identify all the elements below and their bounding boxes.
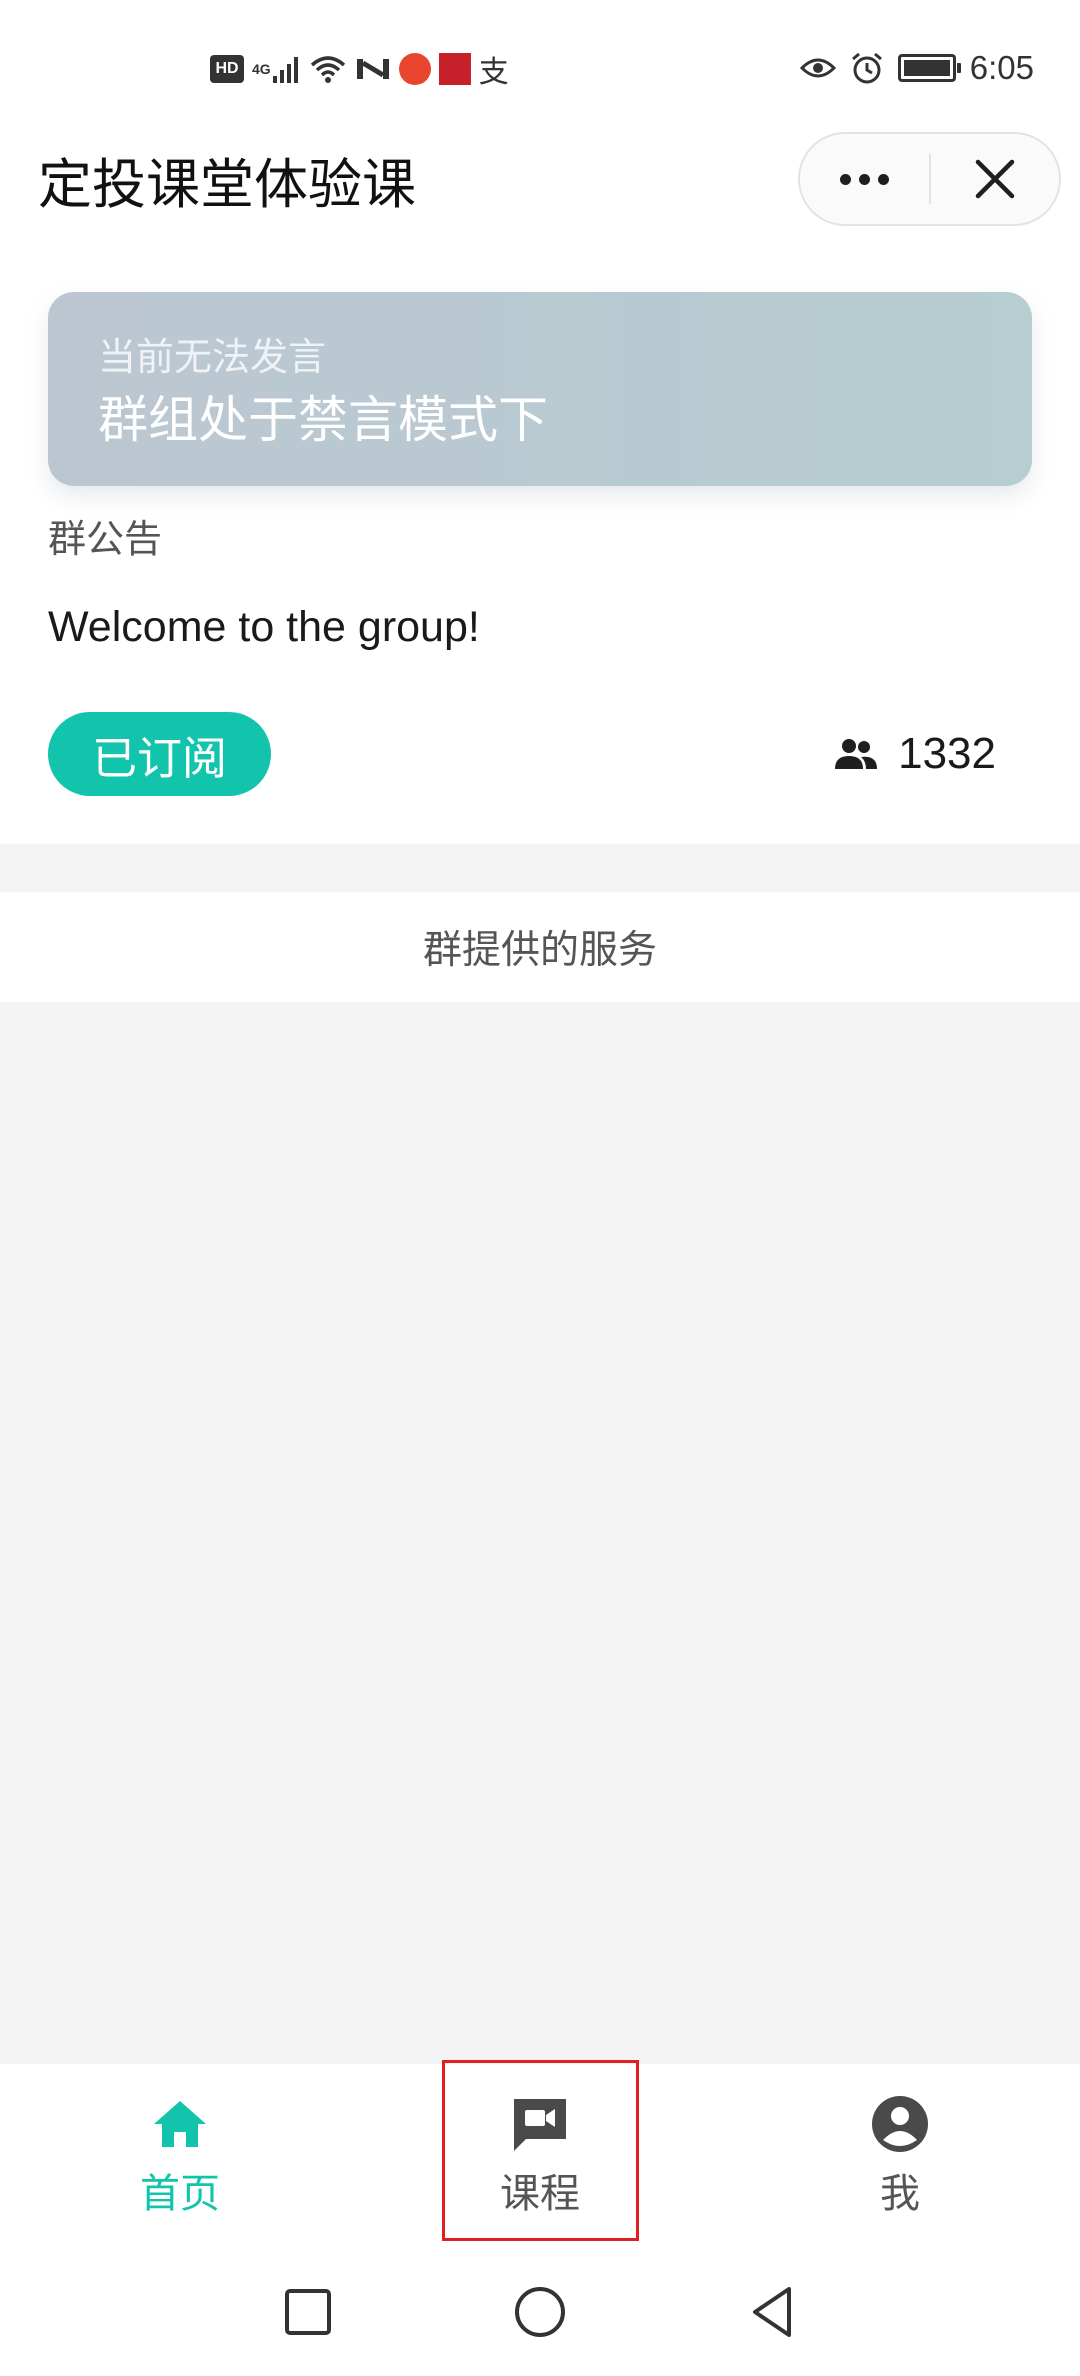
- group-notice-label: 群公告: [48, 517, 163, 561]
- member-count-value: 1332: [898, 729, 996, 778]
- hd-icon: HD: [210, 55, 244, 83]
- battery-icon: [897, 54, 961, 82]
- system-home-button[interactable]: [506, 2278, 574, 2346]
- status-right-icons: 6:05: [799, 46, 1034, 90]
- subscribed-button[interactable]: 已订阅: [48, 712, 271, 796]
- alarm-icon: [850, 51, 884, 85]
- status-left-icons: HD 4G 支: [210, 50, 509, 90]
- 4g-signal-icon: 4G: [252, 52, 301, 86]
- mute-banner: 当前无法发言 群组处于禁言模式下: [48, 292, 1032, 486]
- tab-me[interactable]: 我: [720, 2064, 1080, 2248]
- back-triangle-icon: [753, 2287, 791, 2337]
- close-button[interactable]: [931, 134, 1060, 224]
- more-button[interactable]: [800, 134, 929, 224]
- tab-home[interactable]: 首页: [0, 2064, 360, 2248]
- mute-banner-message: 群组处于禁言模式下: [98, 391, 548, 449]
- services-title: 群提供的服务: [422, 928, 657, 973]
- red-app-icon-2: [438, 52, 471, 86]
- members-icon: [835, 739, 878, 769]
- mute-banner-subtitle: 当前无法发言: [98, 335, 327, 379]
- course-tab-highlight: [442, 2060, 639, 2241]
- alipay-icon: 支: [478, 55, 509, 90]
- close-icon: [975, 159, 1014, 199]
- tab-me-label: 我: [880, 2171, 920, 2217]
- wifi-icon: [309, 52, 347, 86]
- nfc-icon: [355, 52, 391, 86]
- page-title: 定投课堂体验课: [38, 153, 416, 216]
- back-button[interactable]: [738, 2278, 806, 2346]
- member-count: 1332: [834, 718, 996, 790]
- more-dots-icon: [839, 173, 889, 185]
- red-app-icon: [398, 52, 431, 86]
- recents-square-icon: [285, 2289, 331, 2335]
- recents-button[interactable]: [274, 2278, 342, 2346]
- system-navigation-bar: [0, 2248, 1080, 2376]
- tab-home-label: 首页: [140, 2171, 220, 2217]
- status-time: 6:05: [969, 49, 1034, 86]
- account-icon: [868, 2092, 932, 2156]
- home-circle-icon: [515, 2287, 565, 2337]
- network-type-label: 4G: [252, 61, 271, 77]
- services-section-header: 群提供的服务: [0, 892, 1080, 1002]
- group-info-card: 当前无法发言 群组处于禁言模式下 群公告 Welcome to the grou…: [0, 258, 1080, 844]
- capsule-menu: [798, 132, 1061, 226]
- group-notice-text: Welcome to the group!: [48, 603, 480, 651]
- eye-icon: [799, 51, 836, 85]
- mini-program-header: 定投课堂体验课: [0, 132, 1080, 258]
- home-icon: [148, 2092, 212, 2156]
- status-bar: HD 4G 支 6:05: [0, 0, 1080, 132]
